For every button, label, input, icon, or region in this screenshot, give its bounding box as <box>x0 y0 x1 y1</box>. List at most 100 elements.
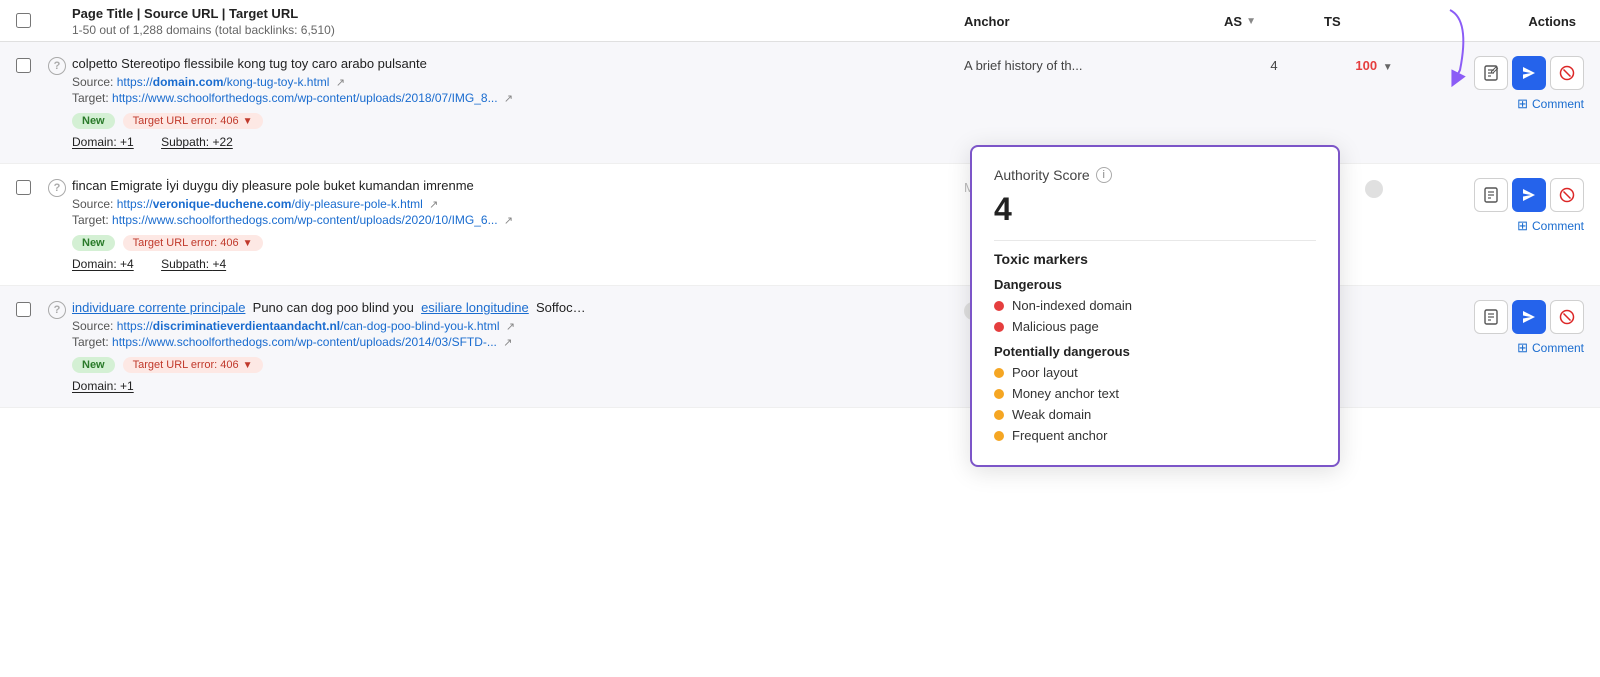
table-row: ? fincan Emigrate İyi duygu diy pleasure… <box>0 164 1600 286</box>
comment-icon-3: ⊞ <box>1517 340 1528 356</box>
domain-link-3[interactable]: Domain: +1 <box>72 379 146 393</box>
row-actions-3: ⊞ Comment <box>1424 300 1584 356</box>
comment-icon-2: ⊞ <box>1517 218 1528 234</box>
row-main-2: fincan Emigrate İyi duygu diy pleasure p… <box>72 178 964 271</box>
row-checkbox-2[interactable] <box>16 178 48 198</box>
source-link-3[interactable]: https://discriminatieverdientaandacht.nl… <box>117 319 500 333</box>
disavow-button-1[interactable] <box>1550 56 1584 90</box>
row-checkbox-3[interactable] <box>16 300 48 320</box>
page-title-1: colpetto Stereotipo flessibile kong tug … <box>72 56 964 71</box>
header-checkbox[interactable] <box>16 13 48 31</box>
source-ext-icon-1: ↗ <box>336 77 345 89</box>
comment-btn-3[interactable]: ⊞ Comment <box>1517 340 1584 356</box>
header-subtitle: 1-50 out of 1,288 domains (total backlin… <box>72 23 964 37</box>
tags-line-3: New Target URL error: 406 ▼ <box>72 357 964 373</box>
tooltip-item-3: Poor layout <box>994 365 1316 380</box>
subpath-link-2[interactable]: Subpath: +4 <box>161 257 238 271</box>
disavow-button-2[interactable] <box>1550 178 1584 212</box>
table-row: ? colpetto Stereotipo flessibile kong tu… <box>0 42 1600 164</box>
target-link-3[interactable]: https://www.schoolforthedogs.com/wp-cont… <box>112 335 497 349</box>
target-link-2[interactable]: https://www.schoolforthedogs.com/wp-cont… <box>112 213 498 227</box>
ts-value-1: 100 <box>1355 58 1377 73</box>
target-line-2: Target: https://www.schoolforthedogs.com… <box>72 213 964 227</box>
row-info-icon-2[interactable]: ? <box>48 178 72 197</box>
report-button-3[interactable] <box>1474 300 1508 334</box>
tooltip-item-2: Malicious page <box>994 319 1316 334</box>
error-chevron-1: ▼ <box>243 116 253 127</box>
source-link-1[interactable]: https://domain.com/kong-tug-toy-k.html <box>117 75 330 89</box>
tags-line-2: New Target URL error: 406 ▼ <box>72 235 964 251</box>
source-link-2[interactable]: https://veronique-duchene.com/diy-pleasu… <box>117 197 423 211</box>
tags-line-1: New Target URL error: 406 ▼ <box>72 113 964 129</box>
title-link-3a[interactable]: individuare corrente principale <box>72 300 245 315</box>
header-title-col: Page Title | Source URL | Target URL 1-5… <box>72 6 964 37</box>
header-ts-col: TS <box>1324 14 1424 29</box>
tooltip-item-1: Non-indexed domain <box>994 298 1316 313</box>
send-button-3[interactable] <box>1512 300 1546 334</box>
domain-link-2[interactable]: Domain: +4 <box>72 257 146 271</box>
tooltip-potentially-label: Potentially dangerous <box>994 344 1316 359</box>
row-main-3: individuare corrente principale Puno can… <box>72 300 964 393</box>
send-button-1[interactable] <box>1512 56 1546 90</box>
tag-new-3: New <box>72 357 115 373</box>
disavow-button-3[interactable] <box>1550 300 1584 334</box>
as-sort-arrow: ▼ <box>1246 16 1256 27</box>
report-button-2[interactable] <box>1474 178 1508 212</box>
row-checkbox-1[interactable] <box>16 56 48 76</box>
row-info-icon-1[interactable]: ? <box>48 56 72 75</box>
send-button-2[interactable] <box>1512 178 1546 212</box>
target-link-1[interactable]: https://www.schoolforthedogs.com/wp-cont… <box>112 91 498 105</box>
tooltip-section-title: Toxic markers <box>994 251 1316 267</box>
dot-orange-2 <box>994 389 1004 399</box>
ts-dropdown-1[interactable]: ▼ <box>1383 62 1393 73</box>
select-all-checkbox[interactable] <box>16 13 31 28</box>
target-ext-icon-3: ↗ <box>503 337 512 349</box>
tooltip-dangerous-label: Dangerous <box>994 277 1316 292</box>
dot-orange-4 <box>994 431 1004 441</box>
target-line-3: Target: https://www.schoolforthedogs.com… <box>72 335 964 349</box>
tag-error-3[interactable]: Target URL error: 406 ▼ <box>123 357 263 373</box>
tag-error-2[interactable]: Target URL error: 406 ▼ <box>123 235 263 251</box>
table-row: ? individuare corrente principale Puno c… <box>0 286 1600 408</box>
header-title-text: Page Title | Source URL | Target URL <box>72 6 964 21</box>
info-circle-icon-3[interactable]: ? <box>48 301 66 319</box>
comment-icon-1: ⊞ <box>1517 96 1528 112</box>
header-actions-col: Actions <box>1424 14 1584 29</box>
subpath-link-1[interactable]: Subpath: +22 <box>161 135 245 149</box>
tag-new-1: New <box>72 113 115 129</box>
error-chevron-3: ▼ <box>243 360 253 371</box>
page-title-3: individuare corrente principale Puno can… <box>72 300 964 315</box>
comment-btn-1[interactable]: ⊞ Comment <box>1517 96 1584 112</box>
info-circle-icon[interactable]: ? <box>48 57 66 75</box>
tooltip-info-icon[interactable]: i <box>1096 167 1112 183</box>
row-as-1: 4 <box>1224 56 1324 73</box>
header-as-col[interactable]: AS ▼ <box>1224 14 1324 29</box>
header-info-spacer <box>48 21 72 22</box>
dot-orange-1 <box>994 368 1004 378</box>
report-button-1[interactable] <box>1474 56 1508 90</box>
dot-red-1 <box>994 301 1004 311</box>
target-ext-icon-1: ↗ <box>504 93 513 105</box>
tag-error-1[interactable]: Target URL error: 406 ▼ <box>123 113 263 129</box>
table-header: Page Title | Source URL | Target URL 1-5… <box>0 0 1600 42</box>
header-anchor-col: Anchor <box>964 14 1224 29</box>
info-circle-icon-2[interactable]: ? <box>48 179 66 197</box>
domain-line-3: Domain: +1 <box>72 379 964 393</box>
row-info-icon-3[interactable]: ? <box>48 300 72 319</box>
row-main-1: colpetto Stereotipo flessibile kong tug … <box>72 56 964 149</box>
tag-new-2: New <box>72 235 115 251</box>
action-buttons-1 <box>1474 56 1584 90</box>
tooltip-score: 4 <box>994 191 1316 228</box>
domain-link-1[interactable]: Domain: +1 <box>72 135 146 149</box>
tooltip-item-6: Frequent anchor <box>994 428 1316 443</box>
row-ts-1[interactable]: 100 ▼ <box>1324 56 1424 73</box>
action-buttons-3 <box>1474 300 1584 334</box>
tooltip-item-5: Weak domain <box>994 407 1316 422</box>
dot-orange-3 <box>994 410 1004 420</box>
source-ext-icon-3: ↗ <box>506 321 515 333</box>
comment-btn-2[interactable]: ⊞ Comment <box>1517 218 1584 234</box>
source-line-3: Source: https://discriminatieverdientaan… <box>72 319 964 333</box>
page-title-2: fincan Emigrate İyi duygu diy pleasure p… <box>72 178 964 193</box>
title-link-3b[interactable]: esiliare longitudine <box>421 300 529 315</box>
domain-line-2: Domain: +4 Subpath: +4 <box>72 257 964 271</box>
